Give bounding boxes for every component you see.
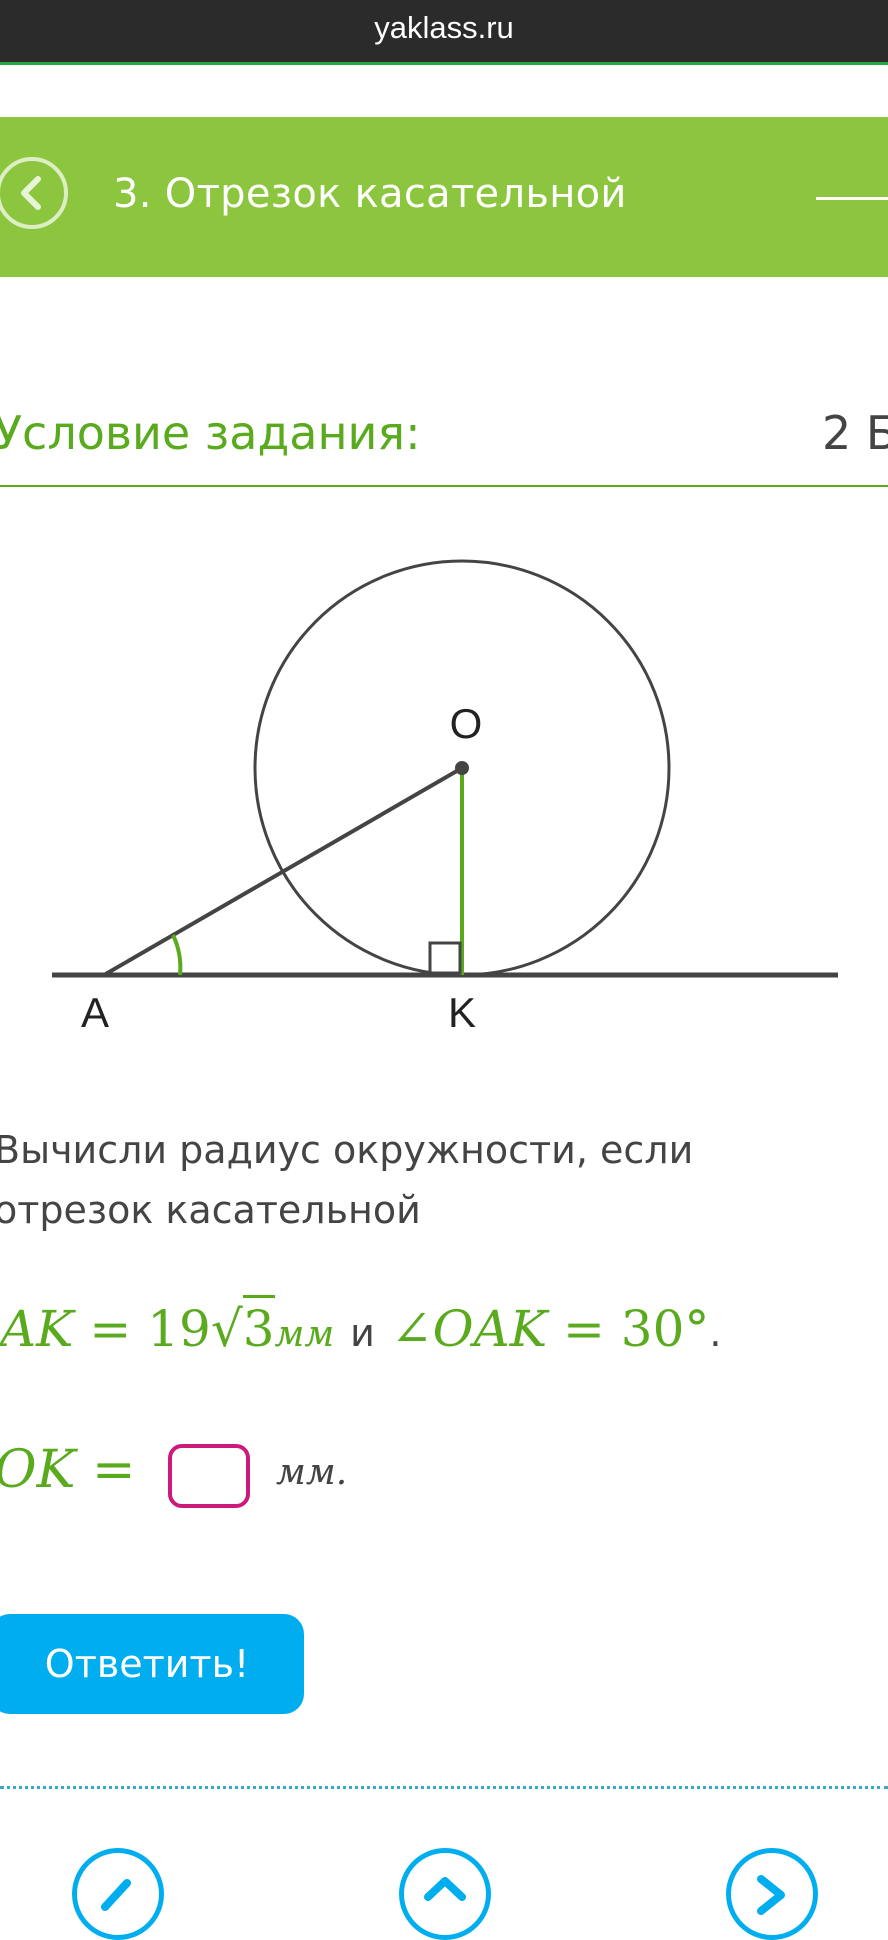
- section-divider: [0, 485, 888, 487]
- segment-ao: [102, 766, 464, 977]
- center-point: [455, 761, 469, 775]
- sqrt-symbol: √: [210, 1300, 243, 1358]
- formula-ak: AK: [0, 1300, 74, 1358]
- browser-address-bar[interactable]: yaklass.ru: [0, 0, 888, 65]
- formula-root: 3: [242, 1295, 275, 1358]
- next-icon: [757, 1875, 785, 1915]
- formula-degrees: 30°: [620, 1300, 710, 1358]
- points-badge: 2 Б.: [822, 406, 888, 460]
- answer-equals: =: [92, 1440, 136, 1500]
- formula-unit: мм: [274, 1314, 335, 1355]
- answer-lhs: OK: [0, 1440, 76, 1500]
- label-k: K: [448, 989, 476, 1036]
- nav-next-button[interactable]: [726, 1848, 818, 1940]
- dotted-divider: [0, 1786, 888, 1789]
- pencil-icon: [101, 1879, 131, 1911]
- formula-coefficient: 19: [147, 1300, 211, 1358]
- submit-button[interactable]: Ответить!: [0, 1614, 304, 1714]
- formula-equals: =: [89, 1300, 132, 1358]
- answer-row: OK =: [0, 1440, 136, 1500]
- angle-arc: [171, 934, 183, 976]
- condition-title: Условие задания:: [0, 406, 421, 460]
- geometry-diagram: O A K: [52, 559, 838, 1036]
- topic-title: 3. Отрезок касательной: [113, 171, 627, 217]
- formula-angle: ∠OAK: [390, 1300, 548, 1358]
- right-angle-mark: [428, 941, 462, 975]
- chevron-left-icon: [21, 176, 41, 210]
- up-arrow-icon: [424, 1877, 466, 1901]
- formula-conjunction: и: [350, 1311, 375, 1355]
- topic-header: 3. Отрезок касательной: [0, 117, 888, 277]
- answer-input[interactable]: [168, 1444, 250, 1508]
- back-button[interactable]: [0, 157, 68, 229]
- url-text: yaklass.ru: [374, 10, 514, 45]
- label-a: A: [81, 989, 109, 1036]
- given-formula: AK = 19√3мм и ∠OAK = 30°.: [0, 1295, 722, 1358]
- task-text: Вычисли радиус окружности, если отрезок …: [0, 1128, 694, 1232]
- nav-up-button[interactable]: [399, 1848, 491, 1940]
- label-o: O: [450, 700, 483, 747]
- formula-period: .: [709, 1311, 722, 1355]
- nav-pencil-button[interactable]: [72, 1848, 164, 1940]
- formula-equals-2: =: [562, 1300, 605, 1358]
- answer-unit: мм.: [276, 1452, 348, 1493]
- progress-line: [816, 197, 888, 200]
